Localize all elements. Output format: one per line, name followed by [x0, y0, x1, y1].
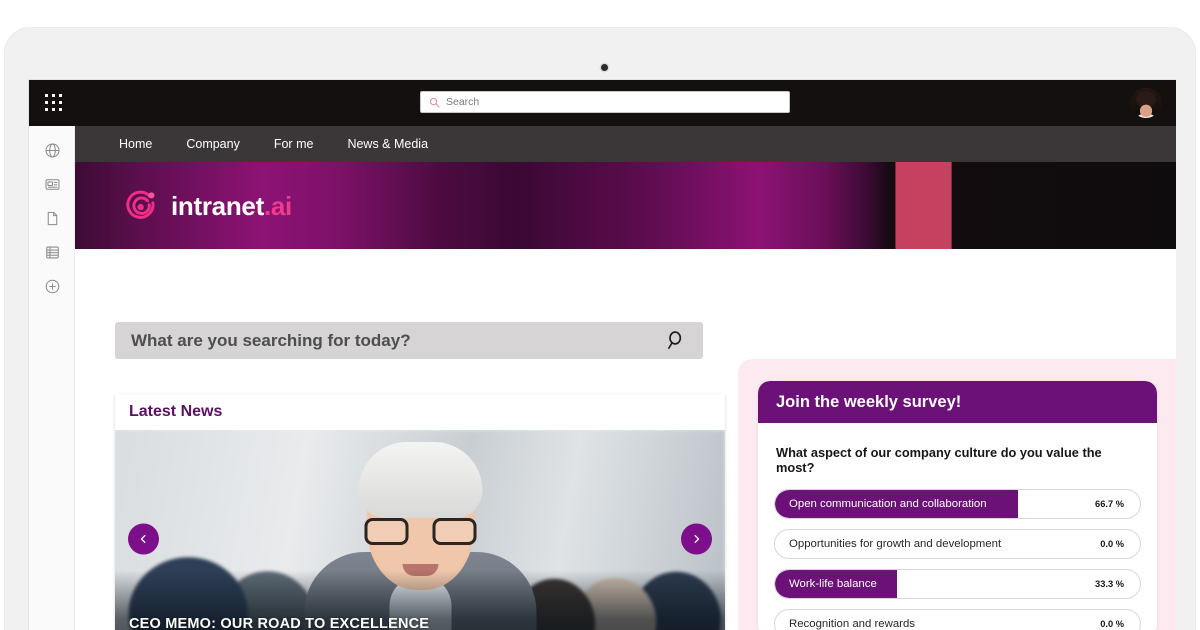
survey-option[interactable]: Opportunities for growth and development…: [774, 529, 1141, 559]
brand-banner: intranet.ai: [75, 162, 1176, 249]
brand-lockup[interactable]: intranet.ai: [123, 188, 292, 224]
survey-card: Join the weekly survey! What aspect of o…: [758, 381, 1157, 630]
carousel-prev-button[interactable]: [128, 523, 159, 555]
news-hero-image: CEO MEMO: OUR ROAD TO EXCELLENCE: [115, 430, 725, 630]
survey-options: Open communication and collaboration 66.…: [758, 489, 1157, 630]
latest-news-title: Latest News: [129, 403, 223, 420]
survey-option[interactable]: Work-life balance 33.3 %: [774, 569, 1141, 599]
grid-menu-icon[interactable]: [45, 94, 63, 112]
search-icon[interactable]: [666, 330, 687, 351]
news-headline: CEO MEMO: OUR ROAD TO EXCELLENCE: [129, 616, 430, 630]
spiral-target-logo: [126, 190, 155, 219]
brand-name: intranet.ai: [171, 191, 292, 222]
plus-circle-icon[interactable]: [42, 276, 62, 296]
primary-nav: Home Company For me News & Media: [75, 126, 1176, 162]
survey-option-percent: 33.3 %: [1095, 579, 1124, 589]
survey-option-percent: 0.0 %: [1100, 619, 1124, 629]
survey-option-label: Recognition and rewards: [789, 618, 916, 630]
search-icon: [429, 97, 440, 108]
hero-search-input[interactable]: What are you searching for today?: [115, 322, 703, 359]
survey-option-label: Open communication and collaboration: [789, 498, 987, 510]
app-top-bar: Search: [29, 80, 1176, 126]
chevron-right-icon: [694, 534, 700, 544]
document-icon[interactable]: [42, 208, 62, 228]
hero-search-placeholder: What are you searching for today?: [131, 330, 411, 350]
survey-option[interactable]: Recognition and rewards 0.0 %: [774, 609, 1141, 630]
survey-panel: Join the weekly survey! What aspect of o…: [738, 359, 1176, 630]
latest-news-header: Latest News: [115, 394, 725, 430]
latest-news-card: Latest News CEO MEMO: OUR ROAD TO EXCELL…: [115, 394, 725, 630]
chevron-left-icon: [140, 534, 146, 544]
global-search-placeholder: Search: [446, 96, 480, 108]
survey-header: Join the weekly survey!: [758, 381, 1157, 423]
avatar[interactable]: [1131, 88, 1161, 118]
survey-option-percent: 0.0 %: [1100, 539, 1124, 549]
browser-screen: Search Home Company For me News & Media …: [28, 79, 1176, 630]
survey-question: What aspect of our company culture do yo…: [776, 445, 1102, 475]
globe-icon[interactable]: [42, 140, 62, 160]
news-feed-icon[interactable]: [42, 174, 62, 194]
brand-name-main: intranet: [171, 190, 264, 221]
webcam-icon: [601, 64, 608, 71]
screenshot-stage: Search Home Company For me News & Media …: [0, 0, 1200, 630]
nav-item-for-me[interactable]: For me: [274, 137, 314, 151]
carousel-next-button[interactable]: [681, 523, 712, 555]
list-database-icon[interactable]: [42, 242, 62, 262]
global-search-input[interactable]: Search: [420, 91, 790, 113]
icon-rail: [29, 126, 75, 630]
survey-header-title: Join the weekly survey!: [776, 392, 962, 411]
survey-option-label: Work-life balance: [789, 578, 877, 590]
survey-option-percent: 66.7 %: [1095, 499, 1124, 509]
survey-option-label: Opportunities for growth and development: [789, 538, 1002, 550]
avatar-image: [1131, 88, 1161, 118]
nav-item-news-media[interactable]: News & Media: [347, 137, 428, 151]
page-content: What are you searching for today? Latest…: [75, 249, 1176, 630]
brand-name-suffix: .ai: [263, 190, 292, 221]
nav-item-home[interactable]: Home: [119, 137, 152, 151]
survey-option[interactable]: Open communication and collaboration 66.…: [774, 489, 1141, 519]
laptop-frame: Search Home Company For me News & Media …: [4, 27, 1196, 630]
nav-item-company[interactable]: Company: [186, 137, 240, 151]
